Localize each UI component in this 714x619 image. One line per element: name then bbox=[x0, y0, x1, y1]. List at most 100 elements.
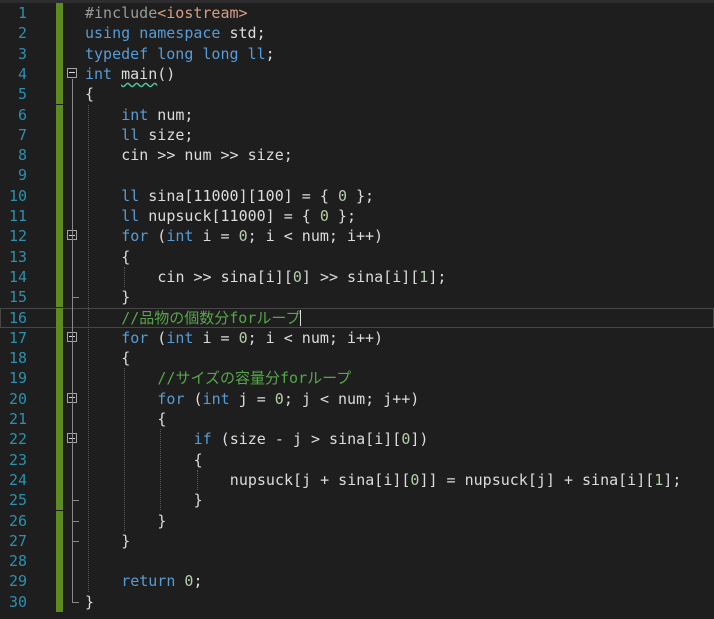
code-line[interactable]: 29 return 0; bbox=[0, 571, 714, 592]
change-indicator-bar bbox=[56, 165, 63, 186]
code-token: cin >> num >> size; bbox=[121, 146, 293, 165]
code-line[interactable]: 9 bbox=[0, 165, 714, 186]
code-line[interactable]: 12 for (int i = 0; i < num; i++) bbox=[0, 226, 714, 247]
code-line[interactable]: 20 for (int j = 0; j < num; j++) bbox=[0, 388, 714, 409]
code-text: { bbox=[121, 247, 130, 267]
change-indicator-bar bbox=[56, 469, 63, 491]
code-keyword: if bbox=[193, 430, 212, 449]
code-keyword: ll bbox=[121, 207, 140, 225]
code-token: ]; bbox=[663, 470, 682, 489]
code-keyword: int bbox=[202, 389, 230, 408]
change-indicator-bar bbox=[56, 348, 63, 369]
code-token: { bbox=[121, 247, 131, 266]
change-indicator-bar bbox=[56, 23, 63, 44]
change-indicator-bar bbox=[56, 246, 63, 267]
code-line[interactable]: 21 { bbox=[0, 409, 714, 430]
code-text: ll size; bbox=[121, 125, 193, 145]
change-indicator-bar bbox=[56, 307, 63, 328]
code-editor[interactable]: 1 #include<iostream> 2 using namespace std;… bbox=[0, 0, 714, 619]
change-indicator-bar bbox=[56, 63, 63, 85]
code-token: ]] = nupsuck[j] + sina[i][ bbox=[419, 470, 655, 489]
line-number: 18 bbox=[8, 349, 27, 368]
code-keyword: ll bbox=[247, 44, 266, 63]
change-indicator-bar bbox=[56, 206, 63, 227]
code-text: #include<iostream> bbox=[85, 3, 248, 23]
code-text: int num; bbox=[121, 105, 193, 125]
line-number: 11 bbox=[8, 207, 27, 225]
change-indicator-bar bbox=[56, 266, 63, 288]
code-token: nupsuck[11000] = { bbox=[139, 207, 320, 225]
code-line[interactable]: 30} bbox=[0, 591, 714, 612]
code-line[interactable]: 13 { bbox=[0, 246, 714, 267]
indent-guide bbox=[196, 469, 198, 491]
code-line[interactable]: 2 using namespace std; bbox=[0, 23, 714, 44]
code-line[interactable]: 22 if (size - j > sina[i][0]) bbox=[0, 429, 714, 450]
code-token: nupsuck[j + sina[i][ bbox=[229, 470, 411, 489]
code-text: } bbox=[194, 490, 203, 510]
code-text: } bbox=[121, 531, 130, 551]
code-keyword: for bbox=[157, 389, 185, 408]
code-line[interactable]: 4 int main() bbox=[0, 63, 714, 85]
code-line[interactable]: 25} bbox=[0, 490, 714, 511]
change-indicator-bar bbox=[56, 43, 63, 64]
code-line[interactable]: 1 #include<iostream> bbox=[0, 3, 714, 24]
line-number: 5 bbox=[17, 85, 27, 104]
code-line[interactable]: 26} bbox=[0, 510, 714, 531]
code-token: } bbox=[85, 592, 95, 611]
code-line[interactable]: 5{ bbox=[0, 84, 714, 105]
code-line[interactable]: 16 //品物の個数分forループ bbox=[0, 307, 714, 328]
line-number: 15 bbox=[8, 288, 27, 307]
code-line[interactable]: 27} bbox=[0, 530, 714, 552]
line-number: 28 bbox=[8, 552, 27, 571]
line-number: 8 bbox=[17, 146, 27, 165]
code-line[interactable]: 28 bbox=[0, 551, 714, 572]
code-line[interactable]: 17 for (int i = 0; i < num; i++) bbox=[0, 327, 714, 349]
code-token: 1 bbox=[654, 470, 664, 489]
code-text: { bbox=[85, 84, 94, 104]
code-token: i = bbox=[193, 328, 239, 347]
line-number: 25 bbox=[8, 491, 27, 510]
text-cursor bbox=[300, 310, 302, 326]
code-keyword: ll bbox=[121, 125, 140, 144]
change-indicator-bar bbox=[56, 530, 63, 552]
line-number: 21 bbox=[8, 410, 27, 428]
code-line[interactable]: 19 //サイズの容量分forループ bbox=[0, 368, 714, 389]
line-number: 7 bbox=[17, 125, 27, 144]
collapse-icon[interactable] bbox=[67, 67, 77, 78]
code-text: for (int j = 0; j < num; j++) bbox=[157, 389, 419, 409]
code-token: { bbox=[121, 349, 131, 368]
code-token: size; bbox=[139, 125, 194, 144]
fold-region-end bbox=[72, 540, 79, 542]
code-line[interactable]: 24 nupsuck[j + sina[i][0]] = nupsuck[j] +… bbox=[0, 469, 714, 491]
code-line[interactable]: 10 ll sina[11000][100] = { 0 }; bbox=[0, 185, 714, 206]
code-line[interactable]: 7 ll size; bbox=[0, 124, 714, 146]
code-keyword: typedef bbox=[85, 44, 149, 63]
code-line[interactable]: 15} bbox=[0, 287, 714, 308]
line-number: 4 bbox=[17, 64, 27, 83]
change-indicator-bar bbox=[56, 388, 63, 409]
code-line[interactable]: 14 cin >> sina[i][0] >> sina[i][1]; bbox=[0, 266, 714, 288]
code-line[interactable]: 8 cin >> num >> size; bbox=[0, 145, 714, 166]
code-line[interactable]: 23 { bbox=[0, 449, 714, 470]
code-line[interactable]: 3 typedef long long ll; bbox=[0, 43, 714, 64]
code-keyword: for bbox=[121, 227, 149, 246]
code-text: } bbox=[121, 287, 130, 307]
code-keyword: int bbox=[166, 328, 194, 347]
code-line[interactable]: 18 { bbox=[0, 348, 714, 369]
code-token: (size - j > sina[i][ bbox=[211, 430, 402, 449]
code-keyword: namespace bbox=[139, 24, 221, 43]
code-text: for (int i = 0; i < num; i++) bbox=[121, 328, 383, 348]
line-number: 29 bbox=[8, 572, 27, 591]
code-text: } bbox=[85, 592, 94, 612]
code-token: 0 bbox=[319, 207, 329, 225]
change-indicator-bar bbox=[56, 124, 63, 146]
line-number: 13 bbox=[8, 247, 27, 266]
code-line[interactable]: 11 ll nupsuck[11000] = { 0 }; bbox=[0, 206, 714, 227]
change-indicator-bar bbox=[56, 449, 63, 470]
fold-region-end bbox=[72, 500, 79, 502]
code-token: } bbox=[121, 288, 131, 307]
code-token: sina[11000][100] = { bbox=[139, 186, 338, 205]
code-line[interactable]: 6 int num; bbox=[0, 104, 714, 125]
change-indicator-bar bbox=[56, 327, 63, 349]
